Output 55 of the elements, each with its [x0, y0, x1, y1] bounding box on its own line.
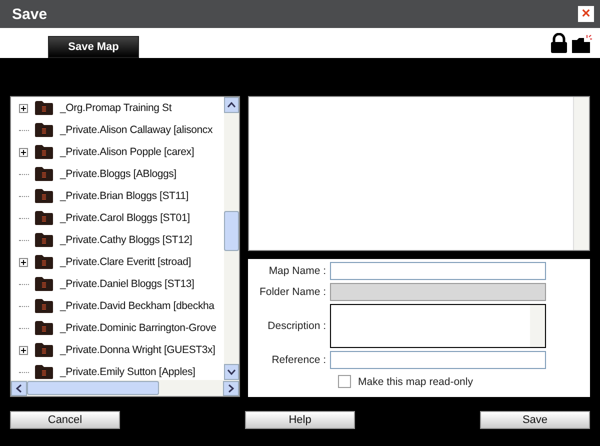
- tree-item[interactable]: _Private.Alison Popple [carex]: [60, 146, 194, 158]
- scroll-left-icon[interactable]: [16, 384, 22, 392]
- expand-icon[interactable]: [19, 148, 28, 156]
- folder-icon: [34, 145, 54, 159]
- field-label: Reference :: [270, 354, 326, 366]
- input-field[interactable]: [330, 351, 546, 369]
- folder-icon: [34, 233, 54, 247]
- tree-item[interactable]: _Org.Promap Training St: [60, 102, 172, 114]
- vertical-scrollbar[interactable]: [224, 97, 239, 380]
- new-folder-icon[interactable]: [572, 35, 592, 53]
- checkbox-label: Make this map read-only: [358, 376, 473, 388]
- tree-item[interactable]: _Private.Donna Wright [GUEST3x]: [60, 344, 216, 356]
- tree-item[interactable]: _Private.Bloggs [ABloggs]: [60, 168, 176, 180]
- tree-item[interactable]: _Private.Carol Bloggs [ST01]: [60, 212, 190, 224]
- expand-icon[interactable]: [19, 258, 28, 266]
- horizontal-scrollbar[interactable]: [11, 380, 239, 396]
- close-button[interactable]: ×: [578, 6, 594, 22]
- window-title: Save: [12, 6, 48, 22]
- tree-item[interactable]: _Private.Alison Callaway [alisoncx: [60, 124, 213, 136]
- expand-icon[interactable]: [19, 104, 28, 112]
- folder-icon: [34, 101, 54, 115]
- folder-icon: [34, 255, 54, 269]
- folder-icon: [34, 277, 54, 291]
- tree-item[interactable]: _Private.Clare Everitt [stroad]: [60, 256, 191, 268]
- expand-icon[interactable]: [19, 346, 28, 354]
- dialog-button[interactable]: Cancel: [10, 411, 120, 429]
- scroll-up-icon[interactable]: [227, 102, 236, 108]
- field-label: Description :: [266, 320, 326, 332]
- folder-icon: [34, 321, 54, 335]
- folder-icon: [34, 343, 54, 357]
- lock-icon[interactable]: [550, 33, 568, 53]
- folder-icon: [34, 123, 54, 137]
- save-map-button[interactable]: Save Map: [48, 36, 139, 58]
- folder-icon: [34, 365, 54, 379]
- tree-item[interactable]: _Private.Daniel Bloggs [ST13]: [60, 278, 194, 290]
- field-label: Folder Name :: [258, 286, 326, 298]
- tree-item[interactable]: _Private.Brian Bloggs [ST11]: [60, 190, 188, 202]
- tree-item[interactable]: _Private.David Beckham [dbeckha: [60, 300, 214, 312]
- folder-icon: [34, 167, 54, 181]
- field-label: Map Name :: [268, 265, 326, 277]
- tree-item[interactable]: _Private.Cathy Bloggs [ST12]: [60, 234, 192, 246]
- folder-icon: [34, 211, 54, 225]
- checkbox[interactable]: [338, 375, 351, 388]
- scroll-thumb[interactable]: [27, 381, 159, 395]
- tree-item[interactable]: _Private.Emily Sutton [Apples]: [60, 366, 196, 378]
- scroll-thumb[interactable]: [224, 211, 239, 251]
- scroll-right-icon[interactable]: [228, 384, 234, 392]
- scroll-down-icon[interactable]: [227, 369, 236, 375]
- folder-icon: [34, 299, 54, 313]
- dialog-button[interactable]: Help: [245, 411, 355, 429]
- input-field[interactable]: [330, 262, 546, 280]
- tree-item[interactable]: _Private.Dominic Barrington-Grove: [60, 322, 216, 334]
- folder-icon: [34, 189, 54, 203]
- dialog-button[interactable]: Save: [480, 411, 590, 429]
- description-field[interactable]: [330, 304, 546, 348]
